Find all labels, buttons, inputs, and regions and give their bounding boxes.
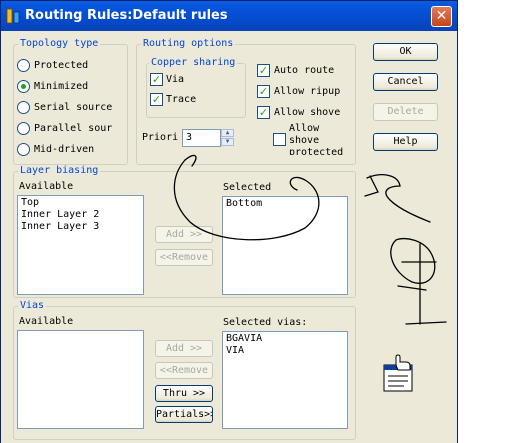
layer-remove-button[interactable]: <<Remove [155,249,213,266]
radio-minimized-label: Minimized [34,81,89,92]
vias-available-label: Available [19,316,74,327]
copper-sharing-group [146,63,246,118]
app-icon [6,8,20,24]
radio-minimized[interactable] [17,80,30,93]
routing-options-title: Routing options [141,38,236,50]
vias-add-button[interactable]: Add >> [155,340,213,357]
allow-shove-protected-label-1: Allow [289,123,320,134]
title-bar: Routing Rules:Default rules ✕ [1,1,457,31]
radio-mid-driven[interactable] [17,143,30,156]
vias-available-list[interactable] [17,330,144,429]
allow-shove-checkbox[interactable]: ✓ [257,106,270,119]
ok-button[interactable]: OK [373,43,438,61]
layer-add-button[interactable]: Add >> [155,226,213,243]
allow-shove-protected-label-3: protected [289,147,344,155]
priority-spin-down[interactable]: ▼ [221,138,234,146]
allow-ripup-label: Allow ripup [274,86,341,97]
radio-parallel-source-label: Parallel sour [34,123,113,134]
allow-shove-protected-checkbox[interactable] [273,133,286,146]
vias-selected-list[interactable]: BGAVIA VIA [222,331,348,429]
list-item[interactable]: VIA [226,345,344,357]
radio-protected-label: Protected [34,60,89,71]
help-pointer-icon [383,354,413,392]
allow-shove-protected-clip: protected [289,147,349,155]
auto-route-checkbox[interactable]: ✓ [257,64,270,77]
allow-shove-protected-label-2: shove [289,135,320,146]
cancel-button[interactable]: Cancel [373,73,438,91]
partials-button[interactable]: Partials>> [155,406,213,423]
priority-label: Priori [142,132,179,143]
list-item[interactable]: Top [21,197,140,209]
list-item[interactable]: BGAVIA [226,333,344,345]
radio-serial-source[interactable] [17,101,30,114]
thru-button[interactable]: Thru >> [155,385,213,402]
radio-mid-driven-label: Mid-driven [34,144,95,155]
priority-input[interactable]: 3 [182,129,221,147]
trace-checkbox-label: Trace [166,94,197,105]
trace-checkbox[interactable]: ✓ [150,93,163,106]
layer-selected-label: Selected [223,182,272,193]
radio-protected[interactable] [17,59,30,72]
topology-title: Topology type [18,38,101,50]
list-item[interactable]: Bottom [226,198,344,210]
radio-serial-source-label: Serial source [34,102,113,113]
layer-biasing-title: Layer biasing [18,165,101,177]
close-button[interactable]: ✕ [431,6,452,27]
radio-parallel-source[interactable] [17,122,30,135]
layer-available-list[interactable]: Top Inner Layer 2 Inner Layer 3 [17,195,144,295]
list-item[interactable]: Inner Layer 2 [21,209,140,221]
delete-button[interactable]: Delete [373,103,438,121]
copper-sharing-title: Copper sharing [149,57,238,69]
auto-route-label: Auto route [274,65,335,76]
list-item[interactable]: Inner Layer 3 [21,221,140,233]
vias-selected-label: Selected vias: [223,317,308,328]
routing-rules-dialog: Routing Rules:Default rules ✕ Topology t… [0,0,458,443]
via-checkbox[interactable]: ✓ [150,73,163,86]
allow-ripup-checkbox[interactable]: ✓ [257,85,270,98]
vias-title: Vias [18,300,47,312]
via-checkbox-label: Via [166,74,185,85]
layer-available-label: Available [19,181,74,192]
help-button[interactable]: Help [373,133,438,151]
allow-shove-label: Allow shove [274,107,341,118]
layer-selected-list[interactable]: Bottom [222,196,348,295]
priority-spin-up[interactable]: ▲ [221,129,234,137]
vias-remove-button[interactable]: <<Remove [155,362,213,379]
window-title: Routing Rules:Default rules [25,8,228,23]
